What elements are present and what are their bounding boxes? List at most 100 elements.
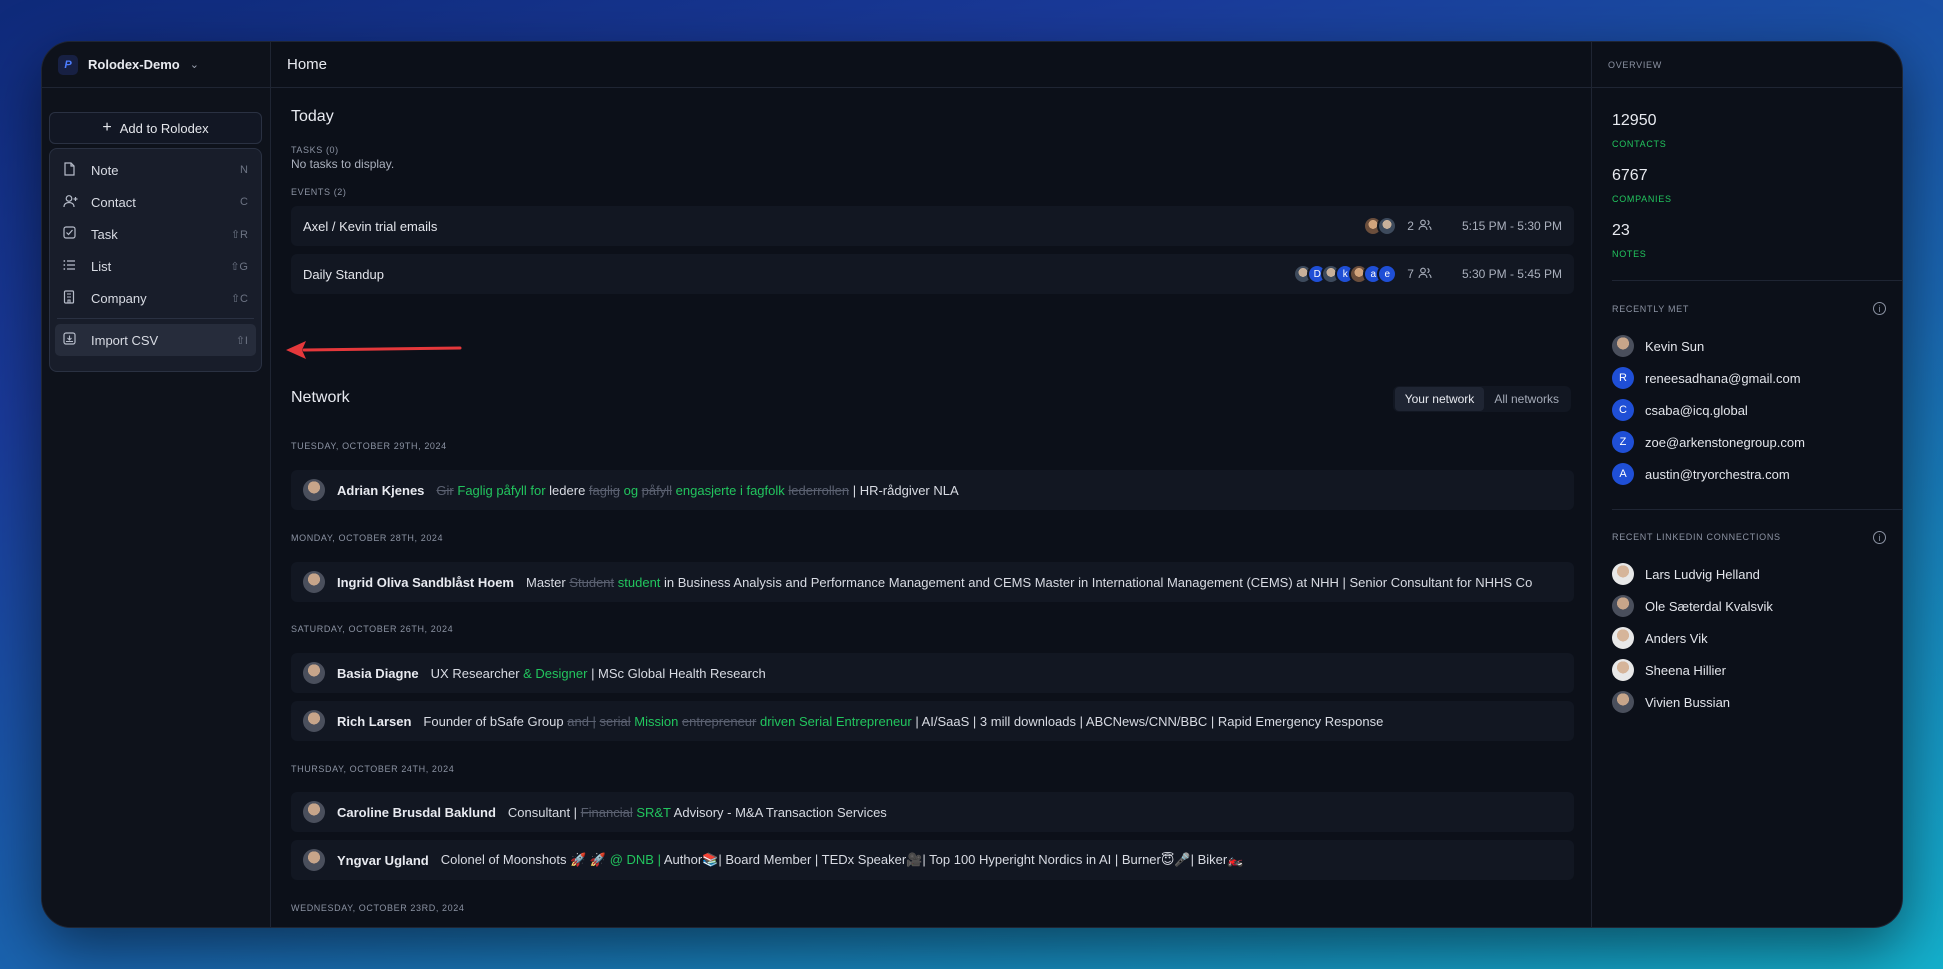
- recent-person[interactable]: Z zoe@arkenstonegroup.com: [1612, 431, 1805, 453]
- network-row[interactable]: Basia Diagne UX Researcher & Designer | M…: [291, 653, 1574, 693]
- avatar: C: [1612, 399, 1634, 421]
- events-label: EVENTS (2): [291, 187, 347, 197]
- add-menu-dropdown: Note N Contact C Task ⇧R List ⇧G Company…: [49, 148, 262, 372]
- headline-diff: Consultant | Financial SR&T Advisory - M…: [508, 805, 887, 820]
- workspace-name: Rolodex-Demo: [88, 57, 180, 72]
- menu-item-task[interactable]: Task ⇧R: [55, 218, 256, 250]
- menu-item-import-csv[interactable]: Import CSV ⇧I: [55, 324, 256, 356]
- avatar: [303, 571, 325, 593]
- recent-person[interactable]: A austin@tryorchestra.com: [1612, 463, 1790, 485]
- person-name: Sheena Hillier: [1645, 662, 1726, 678]
- companies-count: 6767: [1612, 167, 1648, 184]
- person-name: Anders Vik: [1645, 630, 1708, 646]
- person-name: austin@tryorchestra.com: [1645, 466, 1790, 482]
- menu-item-label: Import CSV: [91, 332, 159, 348]
- add-contact-icon: [63, 194, 81, 211]
- note-icon: [63, 161, 81, 179]
- date-group-label: THURSDAY, OCTOBER 24TH, 2024: [291, 764, 455, 774]
- menu-item-label: Company: [91, 290, 147, 306]
- event-row[interactable]: Axel / Kevin trial emails 2 5:15 PM - 5:…: [291, 206, 1574, 246]
- avatar: [303, 479, 325, 501]
- contacts-label[interactable]: CONTACTS: [1612, 139, 1666, 149]
- people-icon: [1418, 267, 1432, 282]
- avatar: e: [1377, 264, 1398, 284]
- tab-your-network[interactable]: Your network: [1394, 387, 1485, 411]
- network-row[interactable]: Caroline Brusdal Baklund Consultant | Fin…: [291, 792, 1574, 832]
- added-text: Mission: [630, 713, 682, 729]
- shortcut-key: ⇧C: [230, 292, 248, 305]
- person-name: zoe@arkenstonegroup.com: [1645, 434, 1805, 450]
- task-checkbox-icon: [63, 226, 81, 242]
- removed-text: entrepreneur: [681, 713, 757, 729]
- linkedin-person[interactable]: Anders Vik: [1612, 627, 1708, 649]
- info-icon[interactable]: i: [1873, 302, 1886, 315]
- contact-name: Ingrid Oliva Sandblåst Hoem: [337, 574, 514, 590]
- notes-label[interactable]: NOTES: [1612, 249, 1647, 259]
- avatar: [303, 801, 325, 823]
- shortcut-key: ⇧I: [235, 334, 248, 347]
- avatar: [1377, 216, 1398, 236]
- add-to-rolodex-label: Add to Rolodex: [119, 120, 209, 136]
- added-text: og: [619, 482, 642, 498]
- menu-divider: [57, 318, 254, 319]
- notes-count: 23: [1612, 222, 1630, 239]
- recent-person[interactable]: Kevin Sun: [1612, 335, 1704, 357]
- linkedin-person[interactable]: Sheena Hillier: [1612, 659, 1726, 681]
- companies-label[interactable]: COMPANIES: [1612, 194, 1672, 204]
- page-title: Home: [271, 42, 1591, 88]
- menu-item-list[interactable]: List ⇧G: [55, 250, 256, 282]
- sidebar: P Rolodex-Demo ⌄ + Add to Rolodex Note N…: [42, 42, 271, 927]
- network-scope-toggle: Your network All networks: [1392, 386, 1571, 412]
- headline-text: Colonel of Moonshots 🚀 🚀: [440, 852, 610, 867]
- contact-name: Yngvar Ugland: [337, 852, 429, 868]
- event-attendees: D k a e: [1293, 264, 1398, 284]
- menu-item-label: Note: [91, 162, 119, 178]
- workspace-switcher[interactable]: P Rolodex-Demo ⌄: [42, 42, 270, 88]
- headline-text: Consultant |: [507, 804, 581, 820]
- menu-item-contact[interactable]: Contact C: [55, 186, 256, 218]
- info-icon[interactable]: i: [1873, 531, 1886, 544]
- overview-title: OVERVIEW: [1592, 42, 1902, 88]
- person-name: Vivien Bussian: [1645, 694, 1731, 710]
- shortcut-key: C: [240, 196, 248, 208]
- avatar: R: [1612, 367, 1634, 389]
- event-title: Daily Standup: [303, 266, 384, 282]
- avatar: [303, 662, 325, 684]
- recently-met-title: RECENTLY MET: [1612, 304, 1690, 314]
- headline-text: in Business Analysis and Performance Man…: [660, 574, 1533, 590]
- add-to-rolodex-button[interactable]: + Add to Rolodex: [49, 112, 262, 144]
- headline-text: Author📚| Board Member | TEDx Speaker🎥| T…: [660, 852, 1244, 867]
- headline-text: Founder of bSafe Group: [423, 713, 568, 729]
- recent-person[interactable]: R reneesadhana@gmail.com: [1612, 367, 1801, 389]
- avatar: Z: [1612, 431, 1634, 453]
- network-heading: Network: [291, 389, 350, 406]
- app-window: P Rolodex-Demo ⌄ + Add to Rolodex Note N…: [41, 41, 1903, 928]
- menu-item-note[interactable]: Note N: [55, 154, 256, 186]
- workspace-logo-icon: P: [58, 54, 78, 75]
- network-row[interactable]: Ingrid Oliva Sandblåst Hoem Master Studen…: [291, 562, 1574, 602]
- avatar: [303, 710, 325, 732]
- menu-item-company[interactable]: Company ⇧C: [55, 282, 256, 314]
- avatar: [1612, 595, 1634, 617]
- linkedin-person[interactable]: Lars Ludvig Helland: [1612, 563, 1760, 585]
- event-time: 5:15 PM - 5:30 PM: [1461, 219, 1562, 233]
- menu-item-label: Task: [91, 226, 118, 242]
- event-row[interactable]: Daily Standup D k a e 7 5:30 PM - 5:45 P…: [291, 254, 1574, 294]
- network-row[interactable]: Adrian Kjenes Gir Faglig påfyll for leder…: [291, 470, 1574, 510]
- headline-diff: Master Student student in Business Analy…: [526, 575, 1532, 590]
- network-row[interactable]: Rich Larsen Founder of bSafe Group and | …: [291, 701, 1574, 741]
- attendee-count: 7: [1407, 267, 1414, 281]
- building-icon: [63, 289, 81, 307]
- shortcut-key: ⇧G: [230, 260, 248, 273]
- linkedin-person[interactable]: Vivien Bussian: [1612, 691, 1730, 713]
- linkedin-person[interactable]: Ole Sæterdal Kvalsvik: [1612, 595, 1773, 617]
- shortcut-key: N: [240, 164, 248, 176]
- event-title: Axel / Kevin trial emails: [303, 218, 438, 234]
- added-text: SR&T: [632, 804, 671, 820]
- recent-person[interactable]: C csaba@icq.global: [1612, 399, 1748, 421]
- tab-all-networks[interactable]: All networks: [1484, 387, 1569, 411]
- network-row[interactable]: Yngvar Ugland Colonel of Moonshots 🚀 🚀 @ …: [291, 840, 1574, 880]
- date-group-label: WEDNESDAY, OCTOBER 23RD, 2024: [291, 903, 465, 913]
- date-group-label: MONDAY, OCTOBER 28TH, 2024: [291, 533, 444, 543]
- added-text: student: [614, 574, 661, 590]
